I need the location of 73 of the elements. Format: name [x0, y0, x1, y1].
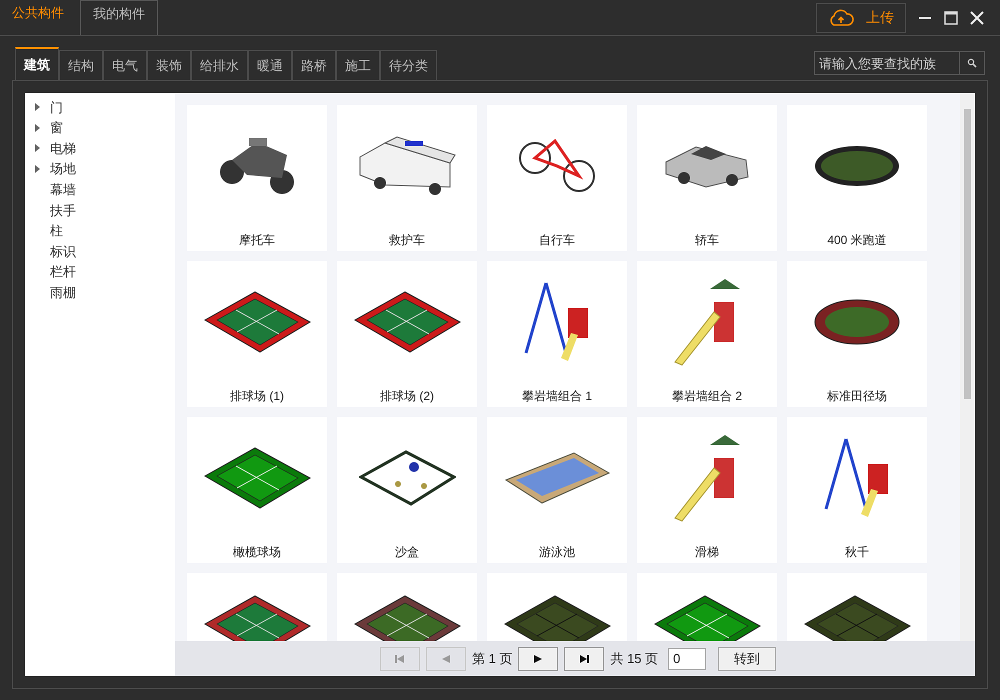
tab[interactable]: 结构 [59, 50, 103, 80]
component-card[interactable]: 标准田径场 [787, 261, 927, 407]
tab[interactable]: 施工 [336, 50, 380, 80]
component-card[interactable]: 排球场 (2) [337, 261, 477, 407]
expand-arrow-icon[interactable] [35, 124, 40, 132]
expand-arrow-icon[interactable] [35, 144, 40, 152]
component-name: 标准田径场 [827, 388, 887, 405]
scrollbar[interactable] [960, 93, 975, 641]
tab[interactable]: 装饰 [147, 50, 191, 80]
search-field[interactable]: 请输入您要查找的族 [814, 51, 960, 75]
component-name: 轿车 [695, 232, 719, 249]
tree-item[interactable]: 雨棚 [50, 282, 76, 302]
first-page-icon [395, 654, 405, 664]
maximize-icon[interactable] [944, 10, 958, 24]
component-card[interactable]: 排球场 (1) [187, 261, 327, 407]
component-name: 滑梯 [695, 544, 719, 561]
component-name: 橄榄球场 [233, 544, 281, 561]
component-card[interactable]: 攀岩墙组合 2 [637, 261, 777, 407]
component-name: 自行车 [539, 232, 575, 249]
component-card[interactable]: 攀岩墙组合 1 [487, 261, 627, 407]
component-card[interactable]: 摩托车 [187, 105, 327, 251]
tree-item[interactable]: 电梯 [50, 138, 76, 158]
previous-icon [441, 654, 451, 664]
component-name: 排球场 (1) [230, 388, 284, 405]
tree-item[interactable]: 栏杆 [50, 262, 76, 282]
tree-item[interactable]: 门 [50, 98, 63, 118]
tab[interactable]: 暖通 [248, 50, 292, 80]
next-page-button[interactable] [518, 646, 558, 670]
tab[interactable]: 建筑 [15, 47, 59, 80]
component-card[interactable]: 沙盒 [337, 417, 477, 563]
next-icon [533, 654, 544, 664]
component-name: 沙盒 [395, 544, 419, 561]
expand-arrow-icon[interactable] [35, 103, 40, 112]
component-name: 游泳池 [539, 544, 575, 561]
close-icon[interactable] [970, 10, 984, 24]
upload-button[interactable]: 上传 [816, 2, 906, 32]
go-button[interactable]: 转到 [718, 646, 776, 670]
component-card[interactable]: 秋千 [787, 417, 927, 563]
total-pages-label: 共 15 页 [610, 650, 658, 668]
tab[interactable]: 我的构件 [80, 0, 158, 35]
component-card[interactable]: 自行车 [487, 105, 627, 251]
last-page-button[interactable] [564, 646, 604, 670]
component-name: 救护车 [389, 232, 425, 249]
component-card[interactable]: 橄榄球场 [187, 417, 327, 563]
component-name: 摩托车 [239, 232, 275, 249]
component-name: 400 米跑道 [827, 232, 887, 249]
tab[interactable]: 电气 [103, 50, 147, 80]
component-name: 攀岩墙组合 2 [672, 388, 742, 405]
component-card[interactable]: 救护车 [337, 105, 477, 251]
tab[interactable]: 给排水 [191, 50, 248, 80]
tree-item[interactable]: 柱 [50, 221, 63, 241]
tab[interactable]: 路桥 [292, 50, 336, 80]
last-page-icon [579, 654, 590, 664]
component-name: 排球场 (2) [380, 388, 434, 405]
tab[interactable]: 公共构件 [0, 0, 76, 35]
component-name: 攀岩墙组合 1 [522, 388, 592, 405]
tree-item[interactable]: 标识 [50, 242, 76, 262]
tab[interactable]: 待分类 [380, 50, 437, 80]
component-card[interactable]: 轿车 [637, 105, 777, 251]
component-card[interactable]: 游泳池 [487, 417, 627, 563]
tree-item[interactable]: 窗 [50, 118, 63, 138]
search-button[interactable] [960, 51, 985, 75]
cloud-upload-icon [828, 8, 854, 28]
tree-item[interactable]: 场地 [50, 159, 76, 179]
page-label: 第 1 页 [472, 650, 512, 668]
tree-item[interactable]: 扶手 [50, 200, 76, 220]
tree-item[interactable]: 幕墙 [50, 180, 76, 200]
component-card[interactable]: 400 米跑道 [787, 105, 927, 251]
expand-arrow-icon[interactable] [35, 165, 40, 174]
component-name: 秋千 [845, 544, 869, 561]
component-card[interactable]: 滑梯 [637, 417, 777, 563]
page-input[interactable]: 0 [668, 648, 706, 670]
search-icon [967, 58, 977, 68]
